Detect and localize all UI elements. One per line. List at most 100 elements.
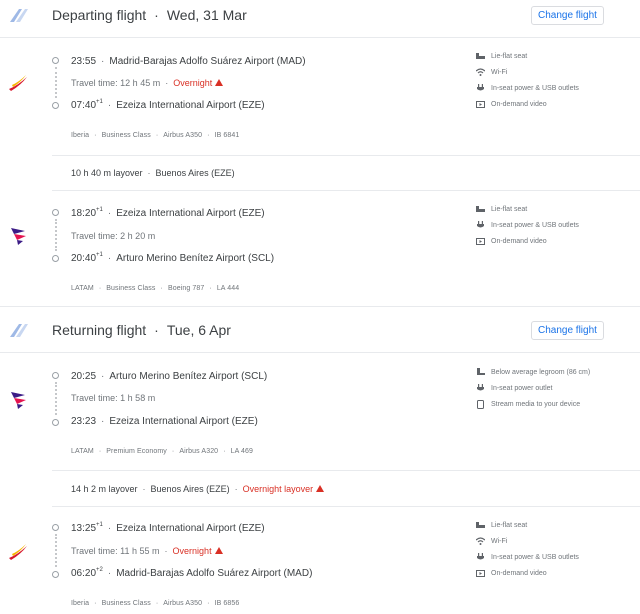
travel-time: Travel time: 2 h 20 m — [71, 231, 156, 241]
departure-time: 13:25 — [71, 523, 97, 534]
warning-icon — [215, 79, 224, 86]
departure-line: 13:25+1 · Ezeiza International Airport (EZ… — [71, 522, 265, 534]
departure-dot — [52, 57, 59, 64]
aircraft: Airbus A350 — [163, 600, 203, 607]
arrival-airport: Madrid-Barajas Adolfo Suárez Airport (MA… — [116, 568, 313, 579]
route-line — [55, 219, 57, 251]
day-offset: +1 — [96, 99, 103, 105]
travel-time-line: Travel time: 12 h 45 m · Overnight — [71, 78, 224, 88]
layover-info: 14 h 2 m layover · Buenos Aires (EZE) · Over… — [71, 484, 325, 494]
layover-place: Buenos Aires (EZE) — [150, 484, 230, 494]
cabin-class: Premium Economy — [106, 448, 167, 455]
layover-duration: 10 h 40 m layover — [71, 168, 143, 178]
departure-dot — [52, 209, 59, 216]
divider — [52, 190, 640, 191]
flight-number: LA 469 — [230, 448, 254, 455]
arrival-line: 20:40+1 · Arturo Merino Benítez Airport (S… — [71, 252, 275, 264]
aircraft: Airbus A320 — [179, 448, 219, 455]
flight-details: LATAM · Premium Economy · Airbus A320 · LA 469 — [71, 448, 254, 455]
arrival-airport: Arturo Merino Benítez Airport (SCL) — [116, 253, 275, 264]
arrival-line: 07:40+1 · Ezeiza International Airport (EZ… — [71, 99, 265, 111]
amenity-item: On-demand video — [476, 100, 547, 108]
departure-time: 18:20 — [71, 208, 97, 219]
departure-time: 20:25 — [71, 371, 97, 382]
amenity-item: In-seat power & USB outlets — [476, 553, 579, 561]
arrival-line: 23:23 · Ezeiza International Airport (EZE) — [71, 416, 258, 427]
amenity-item: In-seat power outlet — [476, 384, 552, 392]
departure-airport: Arturo Merino Benítez Airport (SCL) — [109, 371, 268, 382]
departure-dot — [52, 524, 59, 531]
power-icon — [476, 553, 485, 561]
amenity-item: Lie-flat seat — [476, 521, 527, 529]
flight-number: IB 6856 — [214, 600, 240, 607]
departure-airport: Madrid-Barajas Adolfo Suárez Airport (MA… — [109, 56, 306, 67]
amenity-item: In-seat power & USB outlets — [476, 221, 579, 229]
legroom-icon — [476, 368, 485, 376]
amenity-label: In-seat power & USB outlets — [491, 221, 579, 229]
amenity-label: On-demand video — [491, 237, 547, 245]
arrival-time: 23:23 — [71, 416, 97, 427]
power-icon — [476, 84, 485, 92]
returning-date: Tue, 6 Apr — [166, 322, 231, 338]
divider — [52, 470, 640, 471]
divider — [0, 37, 640, 38]
divider — [52, 155, 640, 156]
airline: Iberia — [71, 132, 90, 139]
departure-time: 23:55 — [71, 56, 97, 67]
flight-number: IB 6841 — [214, 132, 240, 139]
video-icon — [476, 569, 485, 577]
amenity-label: Lie-flat seat — [491, 52, 528, 60]
overnight-layover-label: Overnight layover — [242, 484, 314, 494]
amenity-label: Lie-flat seat — [491, 521, 528, 529]
arrival-time: 06:20 — [71, 568, 97, 579]
flight-direction-icon — [8, 322, 30, 338]
amenity-item: Lie-flat seat — [476, 205, 527, 213]
change-departing-flight-button[interactable]: Change flight — [531, 6, 604, 25]
power-icon — [476, 384, 485, 392]
flight-details: Iberia · Business Class · Airbus A350 · IB 685… — [71, 600, 240, 607]
flight-details: LATAM · Business Class · Boeing 787 · LA 444 — [71, 285, 240, 292]
day-offset: +1 — [96, 207, 103, 213]
arrival-time: 20:40 — [71, 253, 97, 264]
cabin-class: Business Class — [101, 132, 151, 139]
change-returning-flight-button[interactable]: Change flight — [531, 321, 604, 340]
arrival-time: 07:40 — [71, 100, 97, 111]
departure-line: 20:25 · Arturo Merino Benítez Airport (SCL… — [71, 371, 268, 382]
divider — [52, 506, 640, 507]
amenity-item: Stream media to your device — [476, 399, 581, 409]
video-icon — [476, 237, 485, 245]
amenity-label: On-demand video — [491, 569, 547, 577]
flight-details: Iberia · Business Class · Airbus A350 · IB 684… — [71, 132, 240, 139]
travel-time-line: Travel time: 11 h 55 m · Overnight — [71, 546, 223, 556]
amenity-item: Below average legroom (86 cm) — [476, 368, 590, 376]
route-line — [55, 534, 57, 567]
warning-icon — [316, 485, 325, 492]
latam-logo — [8, 389, 30, 411]
airline: Iberia — [71, 600, 90, 607]
amenity-item: On-demand video — [476, 237, 547, 245]
arrival-dot — [52, 255, 59, 262]
arrival-airport: Ezeiza International Airport (EZE) — [109, 416, 258, 427]
route-line — [55, 382, 57, 415]
overnight-label: Overnight — [172, 546, 212, 556]
departing-date: Wed, 31 Mar — [166, 7, 247, 23]
iberia-logo — [7, 72, 29, 94]
wifi-icon — [476, 537, 485, 545]
departure-airport: Ezeiza International Airport (EZE) — [116, 208, 265, 219]
amenity-label: On-demand video — [491, 100, 547, 108]
arrival-line: 06:20+2 · Madrid-Barajas Adolfo Suárez Air… — [71, 567, 313, 579]
wifi-icon — [476, 68, 485, 76]
returning-title: Returning flight — [52, 322, 147, 338]
cabin-class: Business Class — [106, 285, 156, 292]
travel-time: Travel time: 11 h 55 m — [71, 546, 160, 556]
airline: LATAM — [71, 285, 94, 292]
video-icon — [476, 100, 485, 108]
seat-icon — [476, 52, 485, 60]
amenity-label: In-seat power outlet — [491, 384, 553, 392]
overnight-label: Overnight — [173, 78, 213, 88]
departure-line: 23:55 · Madrid-Barajas Adolfo Suárez Airpo… — [71, 56, 306, 67]
warning-icon — [214, 547, 223, 554]
divider — [0, 306, 640, 307]
amenity-label: Below average legroom (86 cm) — [491, 368, 591, 376]
amenity-label: Stream media to your device — [491, 400, 581, 408]
